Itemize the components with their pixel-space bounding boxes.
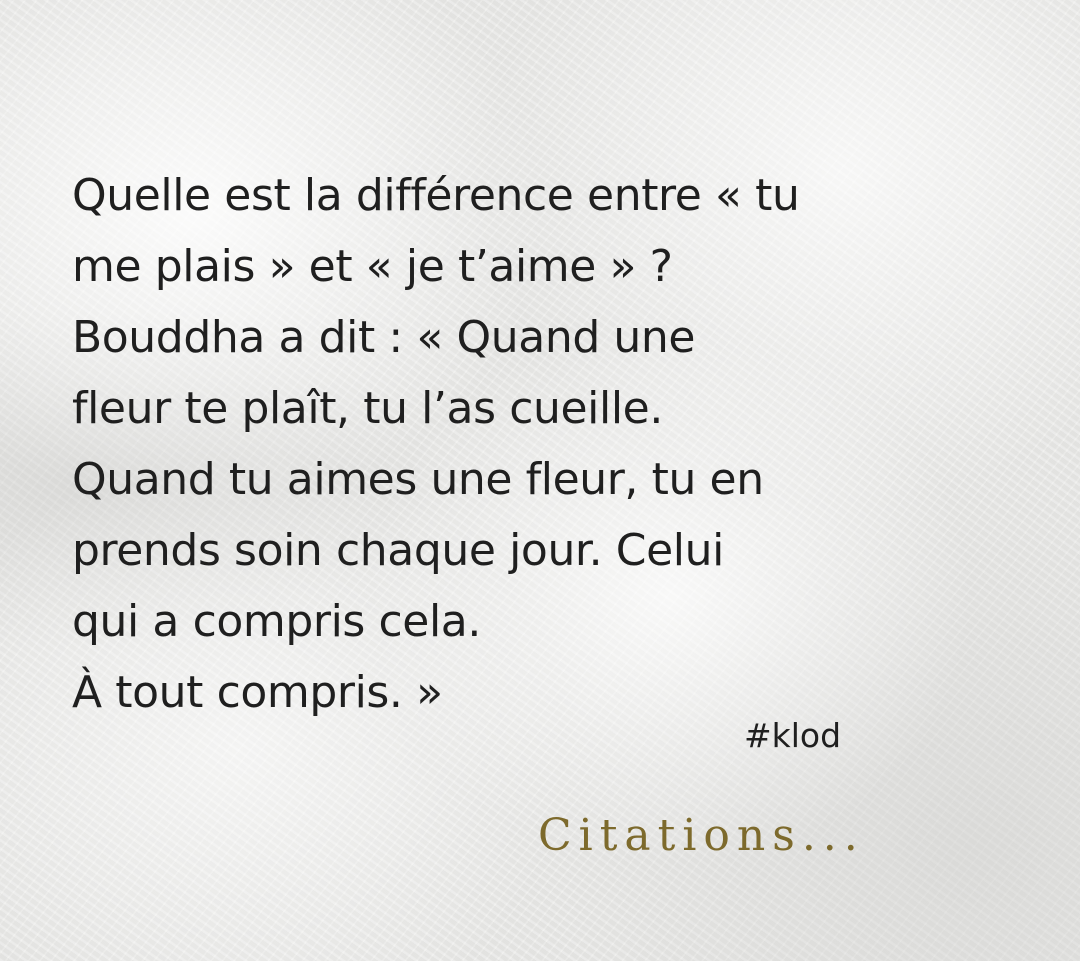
quote-line: Quelle est la différence entre « tu — [72, 170, 800, 221]
quote-line: Quand tu aimes une fleur, tu en — [72, 454, 764, 505]
quote-line: fleur te plaît, tu l’as cueille. — [72, 383, 663, 434]
quote-line: À tout compris. » — [72, 667, 443, 718]
quote-text: Quelle est la différence entre « tu me p… — [72, 160, 1032, 728]
quote-line: qui a compris cela. — [72, 596, 481, 647]
quote-line: prends soin chaque jour. Celui — [72, 525, 724, 576]
quote-line: Bouddha a dit : « Quand une — [72, 312, 696, 363]
quote-line: me plais » et « je t’aime » ? — [72, 241, 673, 292]
brand-logo-text: Citations... — [538, 810, 865, 861]
hashtag-label: #klod — [744, 716, 842, 755]
